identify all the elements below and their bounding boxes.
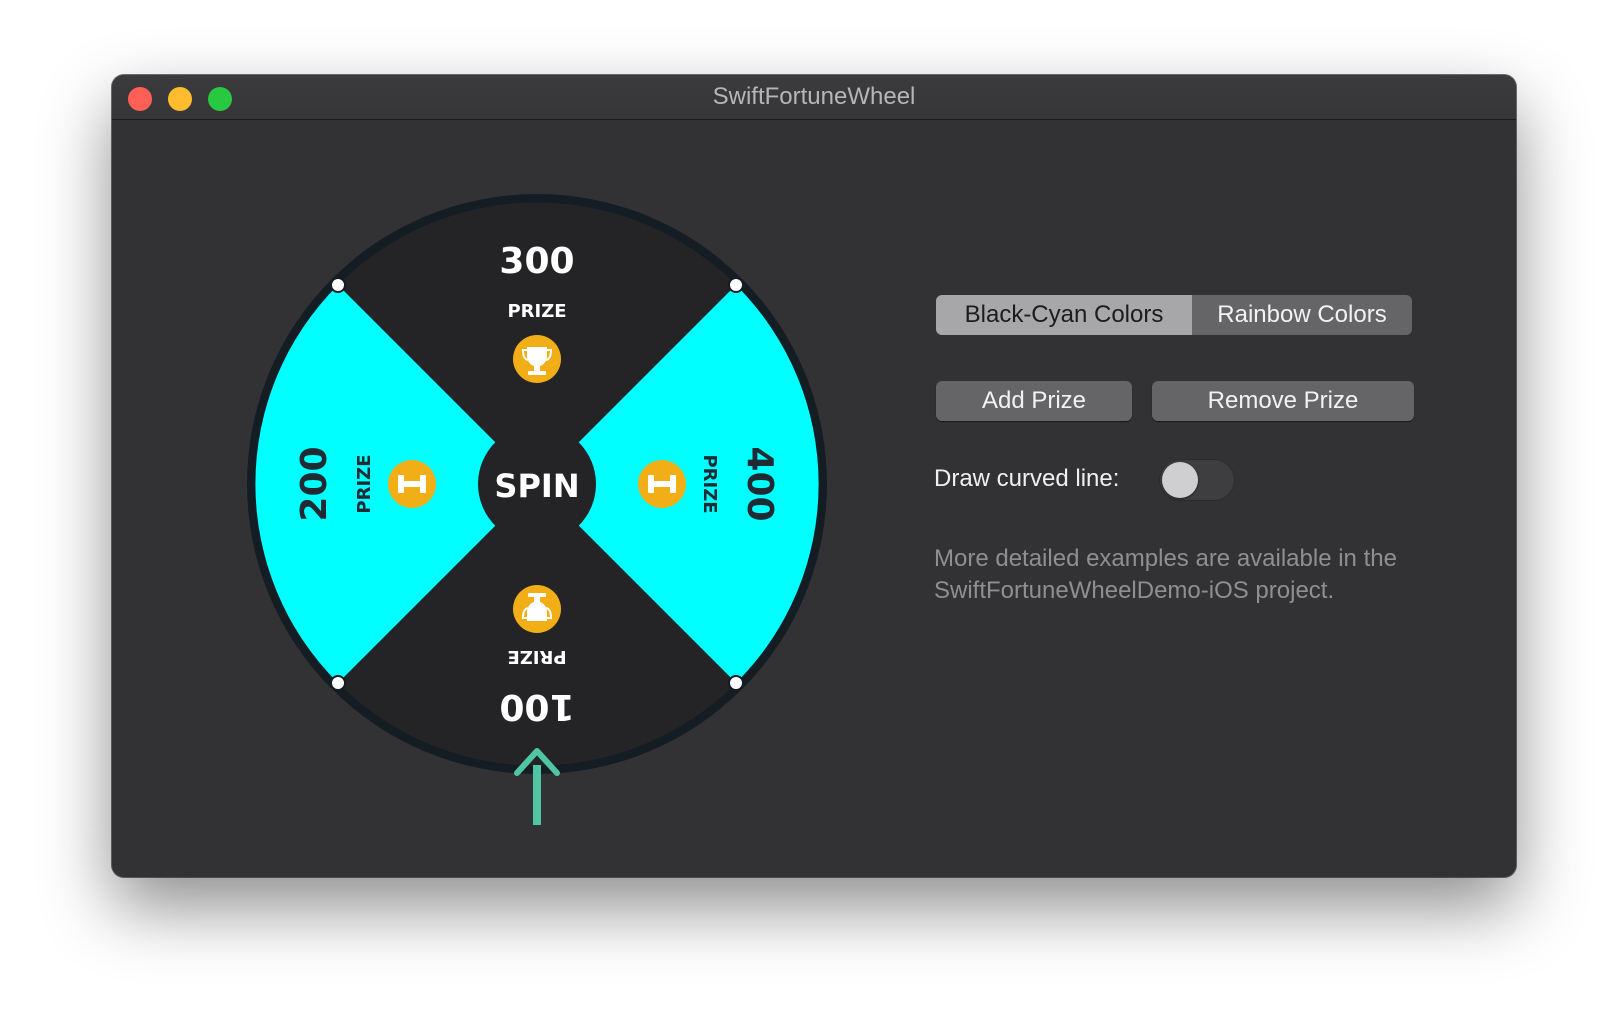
- pin-dot: [330, 675, 346, 691]
- slice-label-100: PRIZE: [507, 646, 566, 667]
- dumbbell-icon: [638, 460, 686, 508]
- switch-knob: [1162, 462, 1198, 498]
- spin-button[interactable]: SPIN: [478, 425, 596, 543]
- segment-black-cyan-colors[interactable]: Black-Cyan Colors: [936, 295, 1192, 335]
- slice-value-400: 400: [739, 446, 780, 521]
- pin-dot: [728, 675, 744, 691]
- fortune-wheel[interactable]: 300 PRIZE 400 PRIZE 100 PRIZE 200 PRIZE: [247, 175, 897, 855]
- pin-dot: [728, 277, 744, 293]
- pin-dot: [330, 277, 346, 293]
- slice-label-300: PRIZE: [507, 301, 566, 322]
- draw-curved-line-label: Draw curved line:: [934, 465, 1120, 492]
- app-window: SwiftFortuneWheel 300 PRIZE 400 PRIZE 10…: [112, 75, 1516, 877]
- remove-prize-button[interactable]: Remove Prize: [1152, 381, 1414, 421]
- slice-value-200: 200: [294, 446, 335, 521]
- info-text: More detailed examples are available in …: [934, 545, 1397, 604]
- trophy-icon: [513, 585, 561, 633]
- window-title: SwiftFortuneWheel: [712, 83, 916, 110]
- add-prize-button[interactable]: Add Prize: [936, 381, 1132, 421]
- segment-rainbow-colors[interactable]: Rainbow Colors: [1192, 295, 1412, 335]
- slice-label-200: PRIZE: [354, 454, 375, 513]
- draw-curved-line-switch[interactable]: [1159, 459, 1235, 501]
- slice-value-100: 100: [499, 686, 574, 727]
- title-bar: SwiftFortuneWheel: [112, 75, 1516, 120]
- slice-label-400: PRIZE: [699, 454, 720, 513]
- trophy-icon: [513, 335, 561, 383]
- dumbbell-icon: [388, 460, 436, 508]
- slice-value-300: 300: [499, 241, 574, 282]
- spin-label: SPIN: [494, 467, 579, 505]
